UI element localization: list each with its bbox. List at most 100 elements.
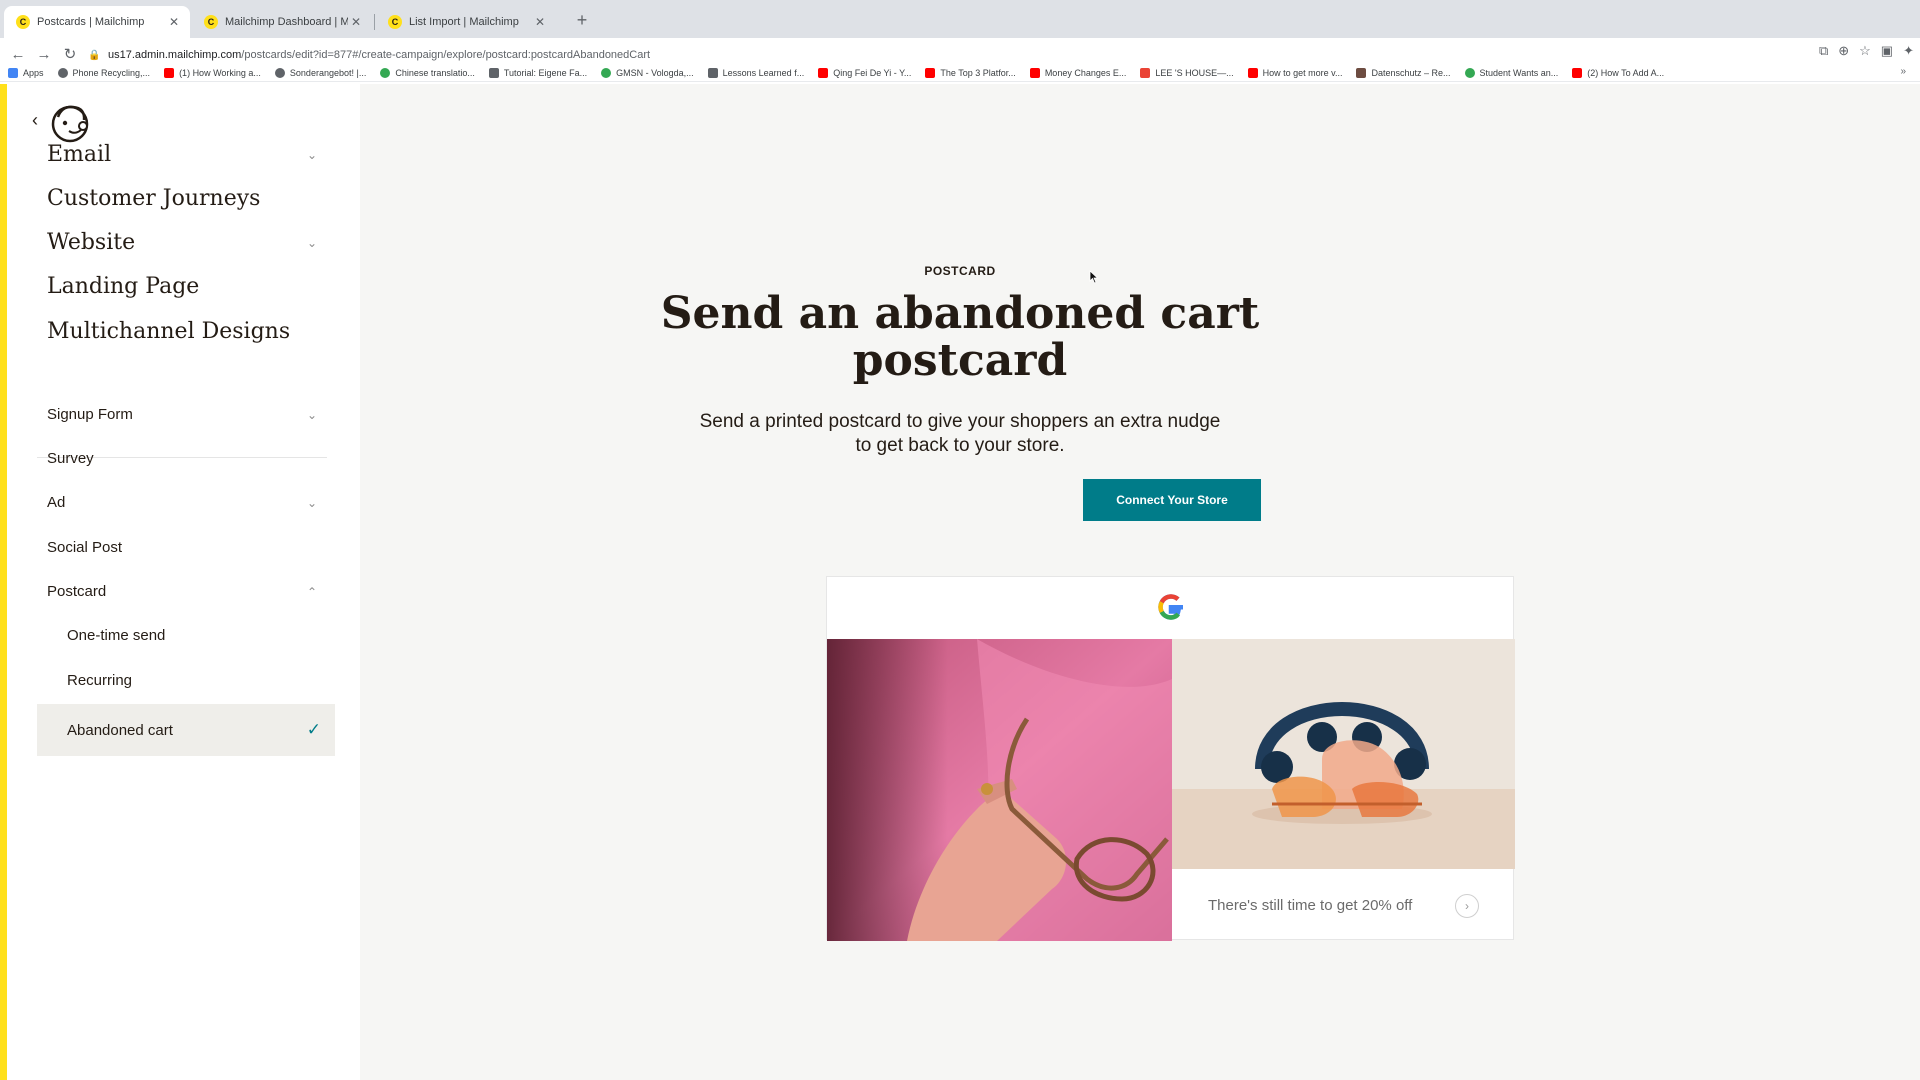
bookmark-item[interactable]: Datenschutz – Re... bbox=[1356, 67, 1451, 78]
hash-icon bbox=[488, 67, 499, 78]
nav-item-multichannel-designs[interactable]: Multichannel Designs bbox=[47, 319, 317, 344]
nav-label: Multichannel Designs bbox=[47, 319, 291, 344]
chevron-right-icon: › bbox=[1455, 894, 1479, 918]
extension-icon[interactable]: ▣ bbox=[1881, 43, 1893, 59]
sidebar: ‹ Email ⌄ Customer Journeys Website ⌄ La… bbox=[7, 84, 360, 1080]
mailchimp-icon: C bbox=[16, 15, 30, 29]
chevron-up-icon: ⌃ bbox=[306, 584, 317, 599]
mailchimp-logo[interactable] bbox=[47, 100, 93, 146]
nav-subitem-one-time-send[interactable]: One-time send bbox=[67, 627, 165, 644]
chevron-down-icon: ⌄ bbox=[306, 235, 317, 250]
site-icon bbox=[380, 67, 391, 78]
browser-tab-list-import[interactable]: C List Import | Mailchimp ✕ bbox=[376, 6, 556, 38]
postcard-preview: There's still time to get 20% off › bbox=[826, 576, 1515, 941]
search-icon bbox=[57, 67, 68, 78]
bookmarks-overflow-icon[interactable]: » bbox=[1900, 66, 1906, 77]
close-icon[interactable]: ✕ bbox=[348, 15, 364, 29]
bookmark-item[interactable]: How to get more v... bbox=[1247, 67, 1342, 78]
tab-title: Postcards | Mailchimp bbox=[37, 16, 145, 28]
nav-item-survey[interactable]: Survey bbox=[47, 450, 317, 467]
lock-icon: 🔒 bbox=[88, 49, 101, 61]
description-line-1: Send a printed postcard to give your sho… bbox=[699, 411, 1221, 432]
browser-tab-postcards[interactable]: C Postcards | Mailchimp ✕ bbox=[4, 6, 190, 38]
connect-store-button[interactable]: Connect Your Store bbox=[1083, 479, 1261, 521]
bookmark-item[interactable]: Student Wants an... bbox=[1464, 67, 1558, 78]
zoom-icon[interactable]: ⊕ bbox=[1838, 43, 1849, 59]
bookmark-item[interactable]: Lessons Learned f... bbox=[707, 67, 804, 78]
nav-label: Abandoned cart bbox=[67, 721, 173, 739]
bookmark-item[interactable]: Phone Recycling,... bbox=[57, 67, 150, 78]
nav-label: Landing Page bbox=[47, 274, 200, 299]
url-path: /postcards/edit?id=877#/create-campaign/… bbox=[241, 49, 651, 61]
nav-item-signup-form[interactable]: Signup Form ⌄ bbox=[47, 406, 317, 423]
youtube-icon bbox=[1572, 67, 1583, 78]
bookmark-item[interactable]: Qing Fei De Yi - Y... bbox=[818, 67, 911, 78]
nav-subitem-recurring[interactable]: Recurring bbox=[67, 672, 132, 689]
nav-item-email[interactable]: Email ⌄ bbox=[47, 142, 317, 167]
nav-item-website[interactable]: Website ⌄ bbox=[47, 230, 317, 255]
bookmark-item[interactable]: The Top 3 Platfor... bbox=[925, 67, 1016, 78]
nav-item-social-post[interactable]: Social Post bbox=[47, 539, 317, 556]
main-content: POSTCARD Send an abandoned cart postcard… bbox=[360, 84, 1920, 1080]
mailchimp-icon: C bbox=[388, 15, 402, 29]
nav-label: Social Post bbox=[47, 539, 123, 556]
close-icon[interactable]: ✕ bbox=[532, 15, 548, 29]
nav-label: Customer Journeys bbox=[47, 186, 261, 211]
pin-icon[interactable]: ✦ bbox=[1903, 43, 1914, 59]
nav-label: Ad bbox=[47, 494, 66, 511]
bookmark-item[interactable]: (2) How To Add A... bbox=[1572, 67, 1664, 78]
chevron-left-icon[interactable]: ‹ bbox=[25, 110, 45, 131]
bookmark-item[interactable]: (1) How Working a... bbox=[164, 67, 261, 78]
postcard-promo: There's still time to get 20% off › bbox=[1172, 869, 1515, 941]
bookmark-item[interactable]: Money Changes E... bbox=[1029, 67, 1126, 78]
youtube-icon bbox=[1029, 67, 1040, 78]
bookmark-item[interactable]: Sonderangebot! |... bbox=[274, 67, 366, 78]
site-icon bbox=[274, 67, 285, 78]
apps-grid-icon bbox=[8, 67, 18, 78]
mailchimp-icon: C bbox=[204, 15, 218, 29]
site-icon bbox=[707, 67, 718, 78]
bookmarks-bar: Apps Phone Recycling,... (1) How Working… bbox=[0, 64, 1920, 82]
bookmark-item[interactable]: GMSN - Vologda,... bbox=[601, 67, 694, 78]
url-host: us17.admin.mailchimp.com bbox=[108, 49, 242, 61]
title-line-2: postcard bbox=[852, 335, 1068, 386]
nav-item-postcard[interactable]: Postcard ⌃ bbox=[47, 583, 317, 600]
nav-subitem-abandoned-cart[interactable]: Abandoned cart ✓ bbox=[37, 704, 335, 756]
browser-right-icons: ⧉ ⊕ ☆ ▣ ✦ bbox=[1819, 43, 1914, 59]
bookmark-item[interactable]: Tutorial: Eigene Fa... bbox=[488, 67, 587, 78]
google-logo-icon bbox=[1158, 594, 1183, 620]
site-icon bbox=[1140, 67, 1151, 78]
site-icon bbox=[1464, 67, 1475, 78]
brand-accent-bar bbox=[0, 84, 7, 1080]
section-eyebrow: POSTCARD bbox=[924, 264, 996, 278]
tab-separator bbox=[374, 14, 375, 30]
nav-item-ad[interactable]: Ad ⌄ bbox=[47, 494, 317, 511]
bookmark-item[interactable]: LEE 'S HOUSE—... bbox=[1140, 67, 1234, 78]
checkmark-icon: ✓ bbox=[306, 720, 321, 739]
youtube-icon bbox=[1247, 67, 1258, 78]
title-line-1: Send an abandoned cart bbox=[660, 288, 1260, 339]
site-icon bbox=[1356, 67, 1367, 78]
nav-label: Signup Form bbox=[47, 406, 133, 423]
nav-label: Email bbox=[47, 142, 112, 167]
tab-title: Mailchimp Dashboard | Mailch bbox=[225, 16, 348, 28]
tab-title: List Import | Mailchimp bbox=[409, 16, 519, 28]
nav-item-customer-journeys[interactable]: Customer Journeys bbox=[47, 186, 317, 211]
bookmark-item[interactable]: Chinese translatio... bbox=[380, 67, 475, 78]
page-description: Send a printed postcard to give your sho… bbox=[360, 410, 1560, 458]
bookmark-apps[interactable]: Apps bbox=[8, 67, 44, 78]
browser-tab-dashboard[interactable]: C Mailchimp Dashboard | Mailch ✕ bbox=[192, 6, 372, 38]
chevron-down-icon: ⌄ bbox=[306, 407, 317, 422]
youtube-icon bbox=[925, 67, 936, 78]
site-icon bbox=[601, 67, 612, 78]
new-tab-icon[interactable]: + bbox=[570, 8, 594, 32]
product-photo-sunglasses-stack bbox=[1172, 639, 1515, 869]
youtube-icon bbox=[818, 67, 829, 78]
translate-icon[interactable]: ⧉ bbox=[1819, 43, 1828, 59]
nav-item-landing-page[interactable]: Landing Page bbox=[47, 274, 317, 299]
bookmark-star-icon[interactable]: ☆ bbox=[1859, 43, 1871, 59]
nav-label: Postcard bbox=[47, 583, 107, 600]
chevron-down-icon: ⌄ bbox=[306, 495, 317, 510]
mailchimp-app: ‹ Email ⌄ Customer Journeys Website ⌄ La… bbox=[0, 84, 1920, 1080]
close-icon[interactable]: ✕ bbox=[166, 15, 182, 29]
